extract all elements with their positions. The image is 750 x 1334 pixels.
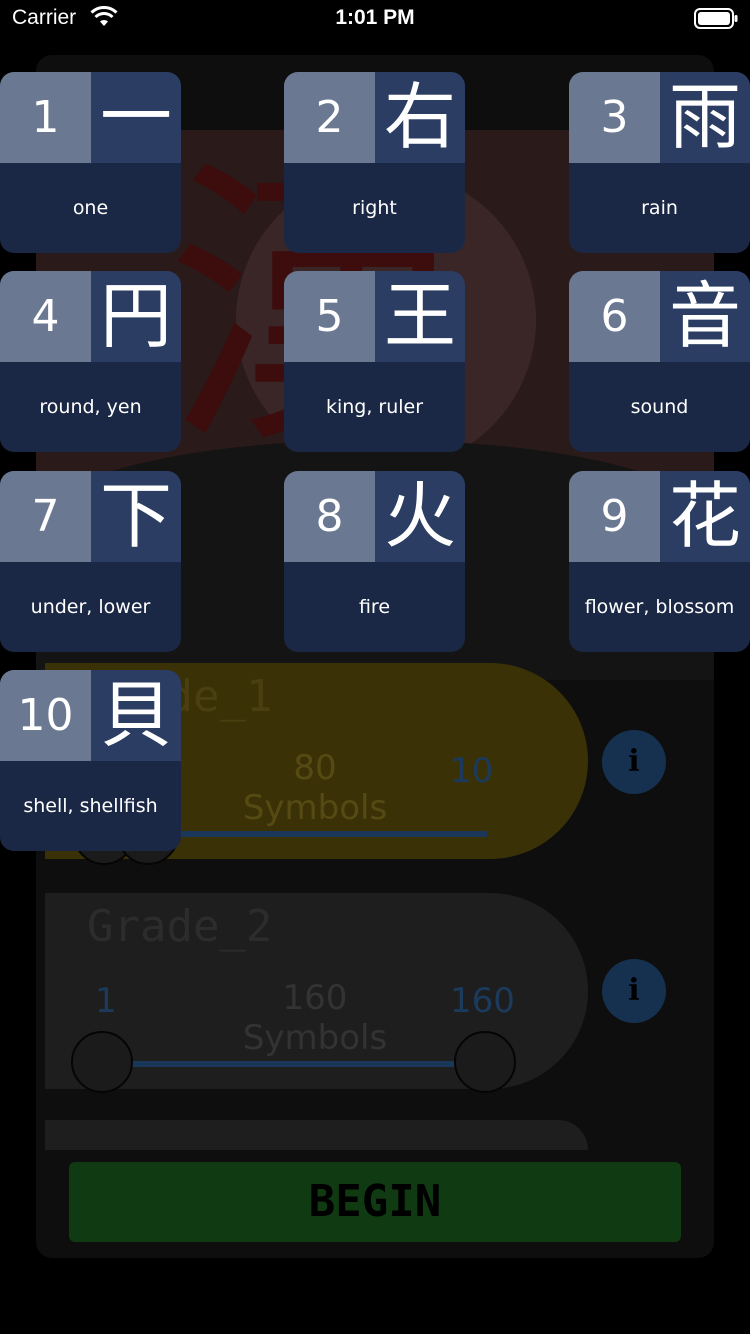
kanji-number: 4 [0, 271, 91, 362]
range-min: 1 [95, 981, 117, 1021]
kanji-meaning: right [352, 197, 397, 219]
kanji-number: 9 [569, 471, 660, 562]
range-slider-track[interactable] [103, 1061, 487, 1067]
kanji-number: 5 [284, 271, 375, 362]
kanji-tile[interactable]: 5 王 king, ruler [284, 271, 465, 452]
kanji-character: 火 [375, 471, 465, 562]
kanji-tile[interactable]: 8 火 fire [284, 471, 465, 652]
grade-2-card[interactable]: Grade_2 1 160 Symbols 160 [45, 893, 588, 1093]
kanji-character: 王 [375, 271, 465, 362]
kanji-character: 雨 [660, 72, 750, 163]
kanji-meaning: round, yen [39, 396, 142, 418]
clock: 1:01 PM [335, 6, 415, 29]
kanji-number: 6 [569, 271, 660, 362]
kanji-number: 10 [0, 670, 91, 761]
grade-2-info-button[interactable]: i [602, 959, 666, 1023]
kanji-meaning: sound [630, 396, 689, 418]
kanji-character: 音 [660, 271, 750, 362]
kanji-meaning: one [72, 197, 109, 219]
kanji-tile[interactable]: 7 下 under, lower [0, 471, 181, 652]
begin-button[interactable]: BEGIN [69, 1162, 681, 1242]
kanji-tile[interactable]: 3 雨 rain [569, 72, 750, 253]
slider-min-knob[interactable] [71, 1031, 133, 1093]
kanji-number: 8 [284, 471, 375, 562]
symbol-count: 160 Symbols [242, 978, 388, 1058]
kanji-meaning: king, ruler [325, 396, 424, 418]
grade-1-info-button[interactable]: i [602, 730, 666, 794]
range-max: 10 [450, 751, 494, 791]
grade-title: Grade_2 [87, 901, 273, 952]
kanji-tile[interactable]: 10 貝 shell, shellfish [0, 670, 181, 851]
kanji-tile[interactable]: 2 右 right [284, 72, 465, 253]
kanji-tile[interactable]: 1 一 one [0, 72, 181, 253]
kanji-number: 3 [569, 72, 660, 163]
kanji-meaning: flower, blossom [584, 596, 735, 618]
symbol-count: 80 Symbols [242, 748, 388, 828]
kanji-tile[interactable]: 6 音 sound [569, 271, 750, 452]
kanji-character: 右 [375, 72, 465, 163]
kanji-meaning: shell, shellfish [23, 795, 158, 817]
battery-icon [694, 8, 738, 29]
status-bar: Carrier 1:01 PM [0, 0, 750, 40]
kanji-tile[interactable]: 4 円 round, yen [0, 271, 181, 452]
kanji-meaning: fire [358, 596, 391, 618]
kanji-character: 下 [91, 471, 181, 562]
slider-max-knob[interactable] [454, 1031, 516, 1093]
kanji-number: 2 [284, 72, 375, 163]
kanji-number: 1 [0, 72, 91, 163]
kanji-character: 花 [660, 471, 750, 562]
grade-3-card[interactable] [45, 1120, 588, 1150]
kanji-character: 円 [91, 271, 181, 362]
range-max: 160 [450, 981, 515, 1021]
kanji-number: 7 [0, 471, 91, 562]
kanji-tile[interactable]: 9 花 flower, blossom [569, 471, 750, 652]
kanji-meaning: rain [641, 197, 678, 219]
kanji-meaning: under, lower [30, 596, 151, 618]
kanji-character: 貝 [91, 670, 181, 761]
kanji-character: 一 [91, 72, 181, 163]
